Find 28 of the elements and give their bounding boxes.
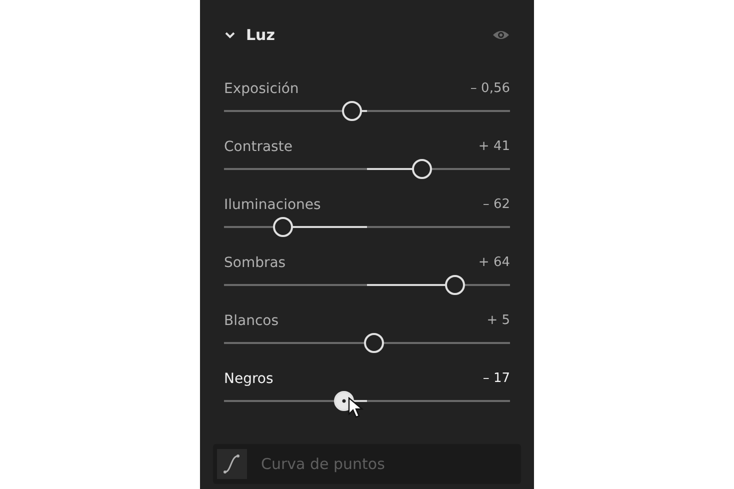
slider-value: – 0,56 xyxy=(470,80,510,98)
slider-track[interactable] xyxy=(224,333,510,353)
curve-icon xyxy=(217,449,247,479)
curve-section-header[interactable]: Curva de puntos xyxy=(213,444,521,484)
slider-label: Iluminaciones xyxy=(224,196,321,214)
section-title: Luz xyxy=(246,24,275,46)
slider-label: Sombras xyxy=(224,254,286,272)
slider-track[interactable] xyxy=(224,217,510,237)
slider-track[interactable] xyxy=(224,275,510,295)
slider-thumb[interactable] xyxy=(342,101,362,121)
slider-track[interactable] xyxy=(224,159,510,179)
slider-thumb[interactable] xyxy=(444,275,465,295)
slider-thumb[interactable] xyxy=(412,159,432,179)
slider-label: Negros xyxy=(224,370,274,388)
slider-value: – 17 xyxy=(482,370,510,388)
section-title: Curva de puntos xyxy=(261,454,385,475)
eye-icon[interactable] xyxy=(492,29,510,41)
slider-value: + 41 xyxy=(478,138,510,156)
slider-thumb[interactable] xyxy=(364,333,384,353)
slider-label: Contraste xyxy=(224,138,292,156)
slider-label: Blancos xyxy=(224,312,279,330)
slider-track[interactable] xyxy=(224,101,510,121)
slider-value: + 5 xyxy=(486,312,510,330)
slider-value: + 64 xyxy=(478,254,510,272)
slider-label: Exposición xyxy=(224,80,299,98)
slider-value: – 62 xyxy=(482,196,510,214)
slider-thumb[interactable] xyxy=(273,217,294,237)
cursor-icon xyxy=(348,397,364,419)
